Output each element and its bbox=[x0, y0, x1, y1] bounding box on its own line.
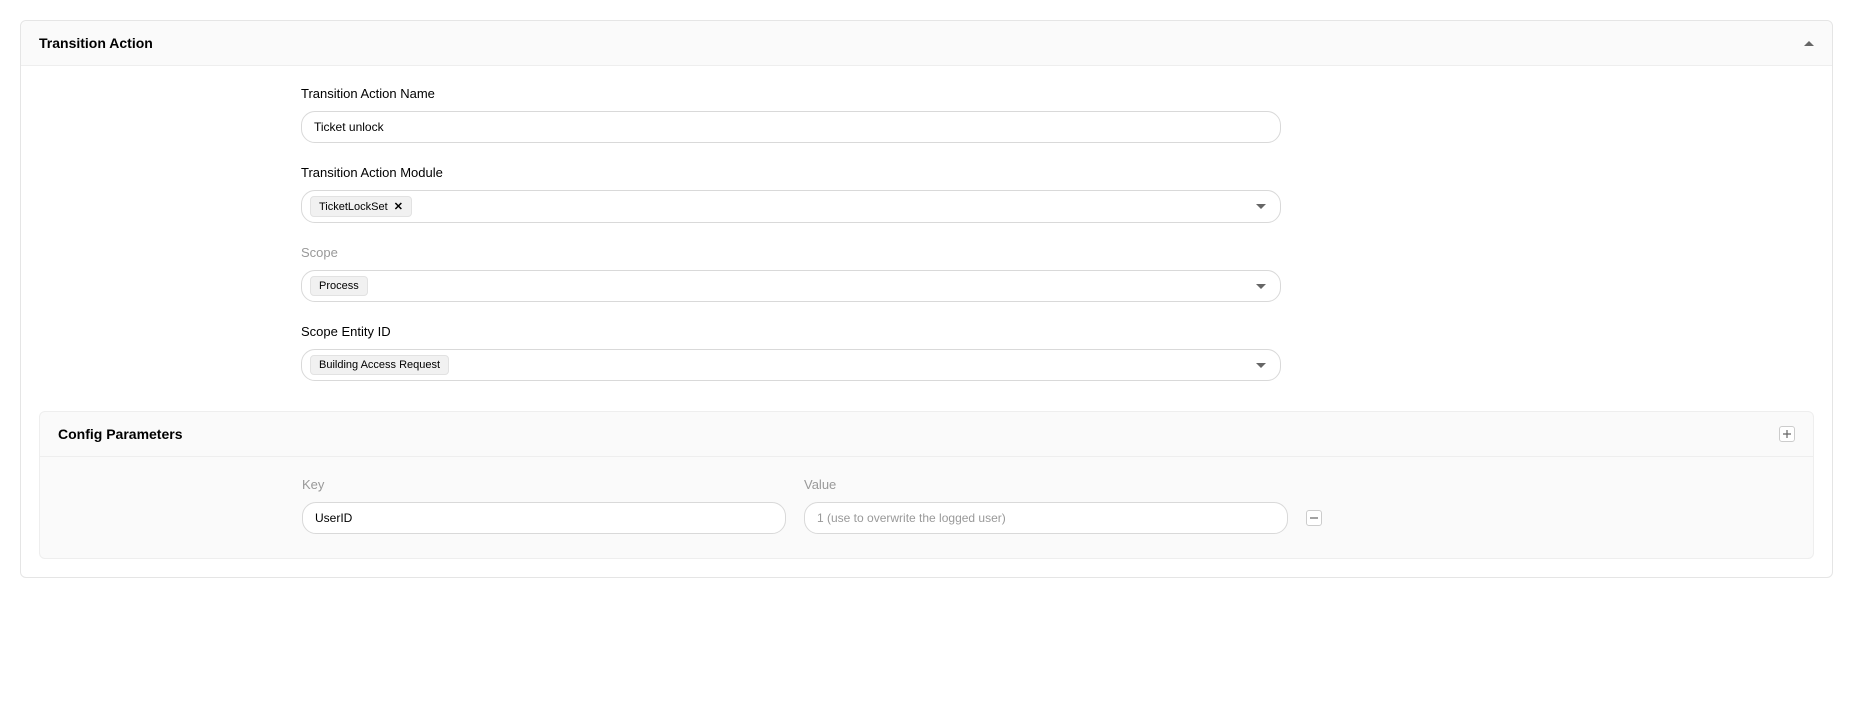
module-label: Transition Action Module bbox=[301, 165, 1281, 180]
chevron-down-icon bbox=[1256, 204, 1266, 209]
scope-entity-select[interactable]: Building Access Request bbox=[301, 349, 1281, 381]
remove-chip-icon[interactable]: ✕ bbox=[394, 200, 403, 213]
transition-action-name-input[interactable] bbox=[301, 111, 1281, 143]
panel-body: Transition Action Name Transition Action… bbox=[21, 66, 1832, 411]
transition-action-panel: Transition Action Transition Action Name… bbox=[20, 20, 1833, 578]
scope-select[interactable]: Process bbox=[301, 270, 1281, 302]
parameter-key-input[interactable] bbox=[302, 502, 786, 534]
module-chip: TicketLockSet ✕ bbox=[310, 196, 412, 217]
plus-icon bbox=[1782, 429, 1792, 439]
config-header: Config Parameters bbox=[40, 412, 1813, 457]
config-body: Key Value bbox=[40, 457, 1813, 558]
name-label: Transition Action Name bbox=[301, 86, 1281, 101]
scope-chip: Process bbox=[310, 276, 368, 296]
chevron-down-icon bbox=[1256, 363, 1266, 368]
add-parameter-button[interactable] bbox=[1779, 426, 1795, 442]
config-title: Config Parameters bbox=[58, 426, 182, 442]
key-column-label: Key bbox=[302, 477, 786, 492]
scope-entity-chip-label: Building Access Request bbox=[319, 359, 440, 371]
config-parameters-panel: Config Parameters Key Value bbox=[39, 411, 1814, 559]
scope-chip-label: Process bbox=[319, 280, 359, 292]
transition-action-module-select[interactable]: TicketLockSet ✕ bbox=[301, 190, 1281, 223]
chevron-down-icon bbox=[1256, 284, 1266, 289]
scope-label: Scope bbox=[301, 245, 1281, 260]
panel-header[interactable]: Transition Action bbox=[21, 21, 1832, 66]
module-chip-label: TicketLockSet bbox=[319, 201, 388, 213]
minus-icon bbox=[1309, 513, 1319, 523]
parameter-row: Key Value bbox=[302, 477, 1322, 534]
scope-entity-chip: Building Access Request bbox=[310, 355, 449, 375]
remove-parameter-button[interactable] bbox=[1306, 510, 1322, 526]
value-column-label: Value bbox=[804, 477, 1288, 492]
scope-entity-label: Scope Entity ID bbox=[301, 324, 1281, 339]
parameter-value-input[interactable] bbox=[804, 502, 1288, 534]
collapse-icon[interactable] bbox=[1804, 41, 1814, 46]
panel-title: Transition Action bbox=[39, 35, 153, 51]
